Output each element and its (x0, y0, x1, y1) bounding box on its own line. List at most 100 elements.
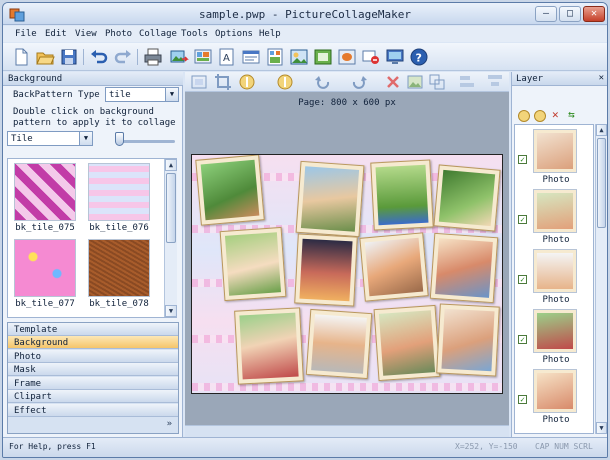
menu-edit[interactable]: Edit (45, 29, 67, 39)
layer-down-icon[interactable] (534, 110, 546, 122)
print-icon[interactable] (143, 47, 163, 67)
mode-select[interactable]: Tile ▼ (7, 131, 93, 146)
collage-photo[interactable] (234, 307, 304, 385)
settings-icon[interactable] (361, 47, 381, 67)
gallery-scrollbar[interactable]: ▲ ▼ (164, 159, 177, 317)
accordion-background[interactable]: Background (8, 336, 178, 349)
canvas-scrollbar[interactable] (185, 425, 509, 437)
expand-more-icon[interactable]: » (167, 419, 172, 429)
layer-item[interactable]: ✓ Photo (515, 247, 593, 307)
image-icon[interactable] (405, 72, 425, 92)
help-icon[interactable]: ? (409, 47, 429, 67)
delete-icon[interactable] (383, 72, 403, 92)
align-icon[interactable] (457, 72, 477, 92)
collage-photo[interactable] (373, 304, 441, 382)
maximize-button[interactable]: □ (559, 6, 581, 22)
collage-photo[interactable] (370, 159, 434, 231)
layer-up-icon[interactable] (237, 72, 257, 92)
close-button[interactable]: ✕ (583, 6, 605, 22)
layer-thumbnail (533, 129, 577, 173)
layer-item[interactable]: ✓ Photo (515, 307, 593, 367)
menu-tools[interactable]: Tools (181, 29, 208, 39)
menu-photo[interactable]: Photo (105, 29, 132, 39)
layer-item[interactable]: ✓ Photo (515, 367, 593, 427)
accordion-effect[interactable]: Effect (8, 404, 178, 417)
chevron-down-icon[interactable]: ▼ (79, 132, 92, 145)
menu-view[interactable]: View (75, 29, 97, 39)
collage-photo[interactable] (433, 164, 501, 232)
layer-down-icon[interactable] (275, 72, 295, 92)
menu-file[interactable]: File (15, 29, 37, 39)
redo-icon[interactable] (113, 47, 133, 67)
crop-icon[interactable] (213, 72, 233, 92)
pattern-type-select[interactable]: tile ▼ (105, 87, 179, 102)
page-setup-icon[interactable] (241, 47, 261, 67)
collage-photo[interactable] (429, 232, 499, 304)
menu-help[interactable]: Help (259, 29, 281, 39)
scroll-up-icon[interactable]: ▲ (165, 159, 177, 171)
distribute-icon[interactable] (485, 72, 505, 92)
svg-text:?: ? (416, 52, 422, 65)
scroll-thumb[interactable] (597, 138, 606, 228)
slider-track[interactable] (119, 140, 175, 143)
collage-photo[interactable] (359, 232, 429, 302)
fit-icon[interactable] (189, 72, 209, 92)
rotate-right-icon[interactable] (349, 72, 369, 92)
layer-thumbnail (533, 249, 577, 293)
scroll-down-icon[interactable]: ▼ (165, 305, 177, 317)
chevron-down-icon[interactable]: ▼ (165, 88, 178, 101)
text-icon[interactable]: A (217, 47, 237, 67)
accordion-clipart[interactable]: Clipart (8, 390, 178, 403)
layer-visible-checkbox[interactable]: ✓ (518, 155, 527, 164)
collage-photo[interactable] (295, 160, 365, 238)
layer-visible-checkbox[interactable]: ✓ (518, 275, 527, 284)
mask-icon[interactable] (337, 47, 357, 67)
collage-photo[interactable] (195, 155, 265, 226)
layer-item[interactable]: ✓ Photo (515, 127, 593, 187)
scroll-thumb[interactable] (166, 173, 176, 243)
web-icon[interactable] (385, 47, 405, 67)
export-image-icon[interactable] (169, 47, 189, 67)
rotate-left-icon[interactable] (313, 72, 333, 92)
open-icon[interactable] (35, 47, 55, 67)
pattern-tile[interactable] (88, 239, 150, 297)
collage-photo[interactable] (219, 226, 287, 302)
delete-layer-icon[interactable]: ✕ (552, 108, 559, 121)
mode-value: Tile (11, 134, 33, 144)
clipart-icon[interactable] (289, 47, 309, 67)
new-icon[interactable] (11, 47, 31, 67)
slider-thumb[interactable] (115, 132, 124, 146)
layer-item[interactable]: ✓ Photo (515, 187, 593, 247)
scroll-down-icon[interactable]: ▼ (596, 422, 607, 434)
frame-icon[interactable] (313, 47, 333, 67)
accordion-frame[interactable]: Frame (8, 377, 178, 390)
save-icon[interactable] (59, 47, 79, 67)
collage-photo[interactable] (294, 233, 358, 307)
canvas-area: Page: 800 x 600 px (185, 72, 509, 437)
pattern-type-label: BackPattern Type (13, 90, 100, 100)
accordion-photo[interactable]: Photo (8, 350, 178, 363)
scroll-up-icon[interactable]: ▲ (596, 124, 607, 136)
template-icon[interactable] (265, 47, 285, 67)
collage-photo[interactable] (436, 303, 500, 377)
layer-visible-checkbox[interactable]: ✓ (518, 395, 527, 404)
minimize-button[interactable]: – (535, 6, 557, 22)
layer-visible-checkbox[interactable]: ✓ (518, 215, 527, 224)
menu-options[interactable]: Options (215, 29, 253, 39)
close-icon[interactable]: ✕ (599, 73, 604, 83)
collage-photo[interactable] (305, 308, 373, 380)
undo-icon[interactable] (89, 47, 109, 67)
group-icon[interactable] (427, 72, 447, 92)
pattern-tile[interactable] (88, 163, 150, 221)
refresh-icon[interactable]: ⇆ (568, 108, 575, 121)
layer-visible-checkbox[interactable]: ✓ (518, 335, 527, 344)
collage-canvas[interactable] (191, 154, 503, 394)
export-icon[interactable] (193, 47, 213, 67)
accordion-mask[interactable]: Mask (8, 363, 178, 376)
menu-collage[interactable]: Collage (139, 29, 177, 39)
pattern-tile[interactable] (14, 239, 76, 297)
layer-up-icon[interactable] (518, 110, 530, 122)
layer-scrollbar[interactable]: ▲ ▼ (595, 124, 607, 434)
accordion-template[interactable]: Template (8, 323, 178, 336)
pattern-tile[interactable] (14, 163, 76, 221)
